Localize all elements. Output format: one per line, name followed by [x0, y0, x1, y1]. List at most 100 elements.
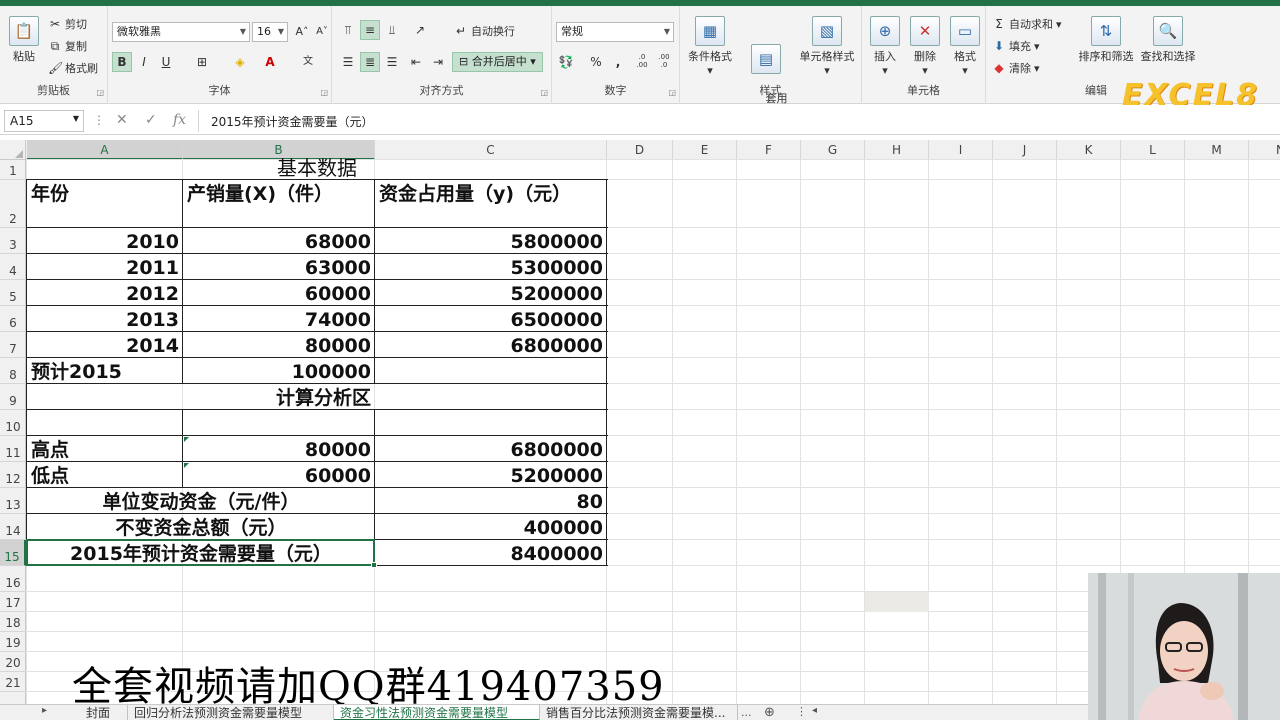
year-cell[interactable]: 2011	[27, 254, 183, 280]
column-header-i[interactable]: I	[929, 140, 993, 160]
dialog-launcher-icon[interactable]: ◲	[540, 88, 548, 97]
wrap-text-button[interactable]: ↵ 自动换行	[454, 23, 515, 39]
border-icon[interactable]: ⊞	[192, 52, 212, 72]
low-label-cell[interactable]: 低点	[27, 462, 183, 488]
comma-button[interactable]: ,	[608, 52, 628, 72]
year-cell[interactable]: 2014	[27, 332, 183, 358]
underline-button[interactable]: U	[156, 52, 176, 72]
column-header-m[interactable]: M	[1185, 140, 1249, 160]
row-header-9[interactable]: 9	[0, 384, 26, 410]
column-header-j[interactable]: J	[993, 140, 1057, 160]
row-header-8[interactable]: 8	[0, 358, 26, 384]
clear-button[interactable]: ◆ 清除 ▾	[992, 60, 1039, 76]
phonetic-icon[interactable]: 文	[298, 52, 318, 72]
capital-cell[interactable]: 5300000	[375, 254, 607, 280]
row-header-16[interactable]: 16	[0, 566, 26, 592]
capital-cell[interactable]: 5200000	[375, 280, 607, 306]
column-header-h[interactable]: H	[865, 140, 929, 160]
font-name-select[interactable]: 微软雅黑 ▼	[112, 22, 250, 42]
column-header-l[interactable]: L	[1121, 140, 1185, 160]
column-header-d[interactable]: D	[607, 140, 673, 160]
currency-icon[interactable]: 💱	[556, 52, 576, 72]
sheet-tab[interactable]: 回归分析法预测资金需要量模型	[128, 705, 334, 720]
output-cell[interactable]: 74000	[183, 306, 375, 332]
capital-cell[interactable]: 6800000	[375, 332, 607, 358]
cut-button[interactable]: ✂ 剪切	[48, 16, 87, 32]
sheet-tab[interactable]: 销售百分比法预测资金需要量模...	[540, 705, 738, 720]
high-output-cell[interactable]: 80000	[183, 436, 375, 462]
scroll-left-icon[interactable]: ◂	[812, 705, 817, 716]
copy-button[interactable]: ⧉ 复制	[48, 38, 87, 54]
year-cell[interactable]: 2013	[27, 306, 183, 332]
percent-button[interactable]: %	[586, 52, 606, 72]
dialog-launcher-icon[interactable]: ◲	[320, 88, 328, 97]
fill-button[interactable]: ⬇ 填充 ▾	[992, 38, 1040, 54]
align-left-icon[interactable]: ☰	[338, 52, 358, 72]
column-header-e[interactable]: E	[673, 140, 737, 160]
orientation-icon[interactable]: ↗	[410, 20, 430, 40]
select-all-button[interactable]	[0, 140, 26, 160]
capital-cell[interactable]: 6500000	[375, 306, 607, 332]
high-capital-cell[interactable]: 6800000	[375, 436, 607, 462]
grow-font-button[interactable]: A˄	[292, 22, 312, 42]
autosum-button[interactable]: Σ 自动求和 ▾	[992, 16, 1061, 32]
row-header-12[interactable]: 12	[0, 462, 26, 488]
row-header-1[interactable]: 1	[0, 160, 26, 180]
output-cell[interactable]: 63000	[183, 254, 375, 280]
unit-variable-label-cell[interactable]: 单位变动资金（元/件）	[27, 488, 375, 514]
row-header-3[interactable]: 3	[0, 228, 26, 254]
sort-filter-button[interactable]: ⇅ 排序和筛选	[1074, 16, 1138, 64]
format-cells-button[interactable]: ▭ 格式 ▾	[946, 16, 984, 78]
name-box[interactable]: A15 ▼	[4, 110, 84, 132]
row-header-14[interactable]: 14	[0, 514, 26, 540]
align-right-icon[interactable]: ☰	[382, 52, 402, 72]
insert-cells-button[interactable]: ⊕ 插入 ▾	[866, 16, 904, 78]
cancel-icon[interactable]: ✕	[116, 112, 128, 128]
year-cell[interactable]: 2012	[27, 280, 183, 306]
header-year-cell[interactable]: 年份	[27, 180, 183, 228]
column-header-n[interactable]: N	[1249, 140, 1280, 160]
font-color-icon[interactable]: A	[260, 52, 280, 72]
row-header-17[interactable]: 17	[0, 592, 26, 612]
align-top-icon[interactable]: ⫪	[338, 20, 358, 40]
column-header-f[interactable]: F	[737, 140, 801, 160]
row-header-2[interactable]: 2	[0, 180, 26, 228]
decrease-indent-icon[interactable]: ⇤	[406, 52, 426, 72]
increase-indent-icon[interactable]: ⇥	[428, 52, 448, 72]
header-output-cell[interactable]: 产销量(X)（件）	[183, 180, 375, 228]
header-capital-cell[interactable]: 资金占用量（y)（元）	[375, 180, 607, 228]
enter-icon[interactable]: ✓	[145, 112, 157, 128]
fill-handle[interactable]	[371, 562, 377, 568]
fixed-total-label-cell[interactable]: 不变资金总额（元）	[27, 514, 375, 540]
row-header-20[interactable]: 20	[0, 652, 26, 672]
column-header-a[interactable]: A	[27, 140, 183, 160]
format-painter-button[interactable]: 🖌 格式刷	[48, 60, 98, 76]
sheet-tab[interactable]: 资金习性法预测资金需要量模型	[334, 705, 540, 720]
formula-input[interactable]: 2015年预计资金需要量（元）	[198, 110, 1276, 132]
align-bottom-icon[interactable]: ⫫	[382, 20, 402, 40]
add-sheet-icon[interactable]: ⊕	[764, 705, 775, 720]
low-capital-cell[interactable]: 5200000	[375, 462, 607, 488]
fixed-total-value-cell[interactable]: 400000	[375, 514, 607, 540]
row-header-13[interactable]: 13	[0, 488, 26, 514]
more-sheets-indicator[interactable]: ...	[741, 706, 752, 719]
scroll-right-icon[interactable]: ▸	[42, 705, 47, 716]
conditional-format-button[interactable]: ▦ 条件格式 ▾	[684, 16, 736, 78]
row-header-4[interactable]: 4	[0, 254, 26, 280]
column-header-k[interactable]: K	[1057, 140, 1121, 160]
align-middle-icon[interactable]: ≡	[360, 20, 380, 40]
dialog-launcher-icon[interactable]: ◲	[668, 88, 676, 97]
unit-variable-value-cell[interactable]: 80	[375, 488, 607, 514]
row-header-11[interactable]: 11	[0, 436, 26, 462]
row-header-21[interactable]: 21	[0, 672, 26, 692]
row-header-7[interactable]: 7	[0, 332, 26, 358]
dialog-launcher-icon[interactable]: ◲	[96, 88, 104, 97]
sheet-tab[interactable]: 封面	[80, 705, 128, 720]
insert-function-icon[interactable]: fx	[173, 112, 186, 128]
row-header-6[interactable]: 6	[0, 306, 26, 332]
forecast-label-cell[interactable]: 预计2015	[27, 358, 183, 384]
delete-cells-button[interactable]: ✕ 删除 ▾	[906, 16, 944, 78]
shrink-font-button[interactable]: A˅	[312, 22, 332, 42]
find-select-button[interactable]: 🔍 查找和选择	[1136, 16, 1200, 64]
requirement-value-cell[interactable]: 8400000	[375, 540, 607, 566]
